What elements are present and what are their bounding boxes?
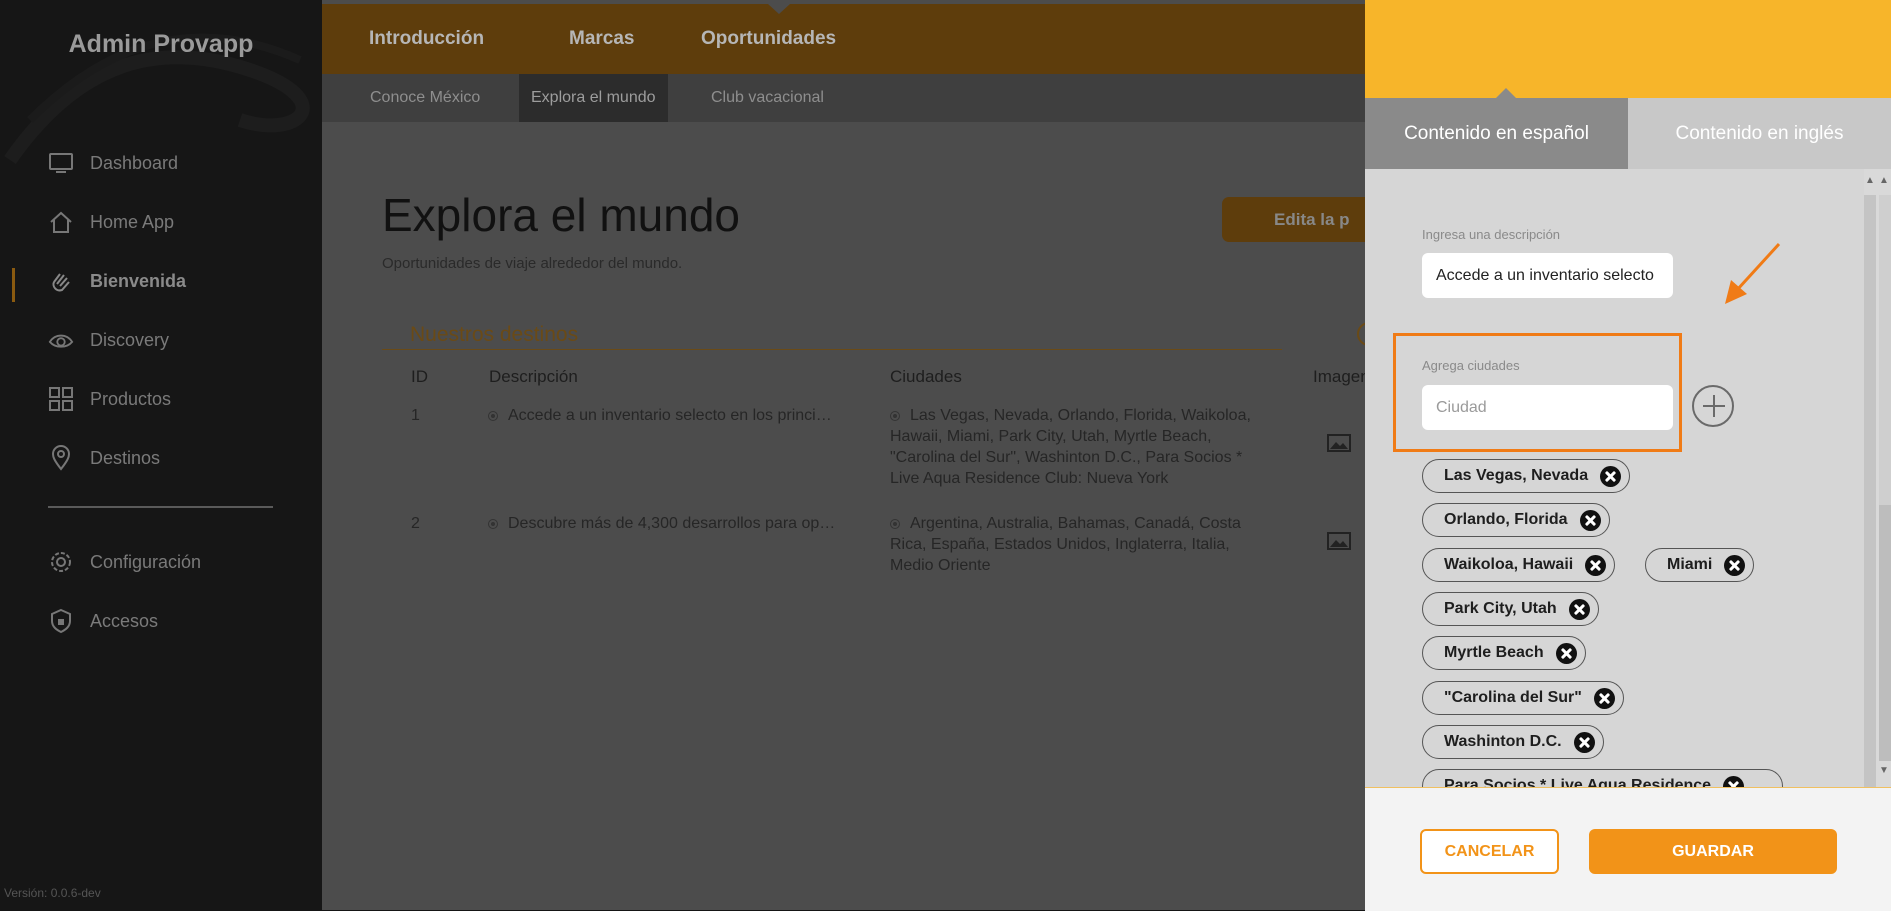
sidebar-divider [48, 506, 273, 508]
remove-chip-icon[interactable] [1723, 775, 1745, 787]
monitor-icon [48, 150, 74, 176]
gear-icon [48, 549, 74, 575]
city-chip: Waikoloa, Hawaii [1422, 548, 1616, 582]
cities-label: Agrega ciudades [1422, 358, 1520, 373]
page-title: Explora el mundo [382, 189, 740, 241]
subtab-explora-el-mundo[interactable]: Explora el mundo [519, 74, 668, 122]
city-chip: Myrtle Beach [1422, 636, 1586, 670]
scroll-up-icon[interactable]: ▲ [1879, 175, 1889, 186]
table-cell-cities: Las Vegas, Nevada, Orlando, Florida, Wai… [890, 407, 1251, 487]
city-chip: Park City, Utah [1422, 592, 1599, 626]
city-chip: Orlando, Florida [1422, 503, 1610, 537]
sidebar-item-configuracion[interactable]: Configuración [48, 545, 201, 579]
remove-chip-icon[interactable] [1555, 642, 1577, 664]
drawer-header [1365, 0, 1891, 98]
sidebar-item-label: Home App [90, 211, 175, 232]
sidebar-item-dashboard[interactable]: Dashboard [48, 146, 178, 180]
eye-icon [48, 327, 74, 353]
drawer-form: Ingresa una descripción Agrega ciudades … [1365, 169, 1891, 787]
remove-chip-icon[interactable] [1593, 687, 1615, 709]
subtab-conoce-mexico[interactable]: Conoce México [370, 74, 480, 122]
sidebar-item-label: Bienvenida [90, 270, 187, 291]
image-icon[interactable] [1327, 434, 1351, 452]
scrollbar-thumb[interactable] [1879, 195, 1891, 505]
section-divider [382, 349, 1282, 350]
sidebar-item-accesos[interactable]: Accesos [48, 604, 158, 638]
tab-contenido-espanol[interactable]: Contenido en español [1365, 98, 1628, 169]
table-cell-description: Descubre más de 4,300 desarrollos para o… [488, 513, 835, 534]
radio-icon [488, 519, 498, 529]
drawer-scrollbar[interactable]: ▲ ▲ ▼ [1864, 169, 1891, 787]
active-tab-pointer [1496, 88, 1516, 98]
section-title: Nuestros destinos [410, 323, 579, 346]
sidebar-item-destinos[interactable]: Destinos [48, 441, 160, 475]
city-chip: Washinton D.C. [1422, 725, 1604, 759]
remove-chip-icon[interactable] [1585, 554, 1607, 576]
remove-chip-icon[interactable] [1724, 554, 1746, 576]
sidebar-item-label: Accesos [90, 610, 159, 631]
save-button[interactable]: GUARDAR [1589, 829, 1837, 874]
tab-oportunidades[interactable]: Oportunidades [701, 28, 836, 50]
version-label: Versión: 0.0.6-dev [4, 886, 101, 900]
remove-chip-icon[interactable] [1573, 731, 1595, 753]
description-label: Ingresa una descripción [1422, 227, 1561, 242]
shield-icon [48, 608, 74, 634]
map-pin-icon [48, 445, 74, 471]
tab-introduccion[interactable]: Introducción [369, 28, 484, 50]
home-icon [48, 209, 74, 235]
sidebar-item-label: Productos [90, 388, 172, 409]
sidebar-item-label: Discovery [90, 329, 170, 350]
drawer-footer: CANCELAR GUARDAR [1365, 787, 1891, 911]
edit-drawer: Contenido en español Contenido en inglés… [1365, 0, 1891, 911]
scroll-down-icon[interactable]: ▼ [1879, 765, 1889, 776]
remove-chip-icon[interactable] [1600, 465, 1622, 487]
cancel-button[interactable]: CANCELAR [1420, 829, 1559, 874]
city-chip: Las Vegas, Nevada [1422, 459, 1631, 493]
sidebar-item-discovery[interactable]: Discovery [48, 323, 169, 357]
active-tab-notch [768, 4, 790, 14]
app-brand: Admin Provapp [68, 30, 254, 58]
tab-marcas[interactable]: Marcas [569, 28, 635, 50]
column-header-descripcion: Descripción [489, 367, 578, 386]
table-cell-id: 2 [411, 515, 420, 532]
annotation-arrow-icon [1725, 242, 1781, 304]
table-cell-description: Accede a un inventario selecto en los pr… [488, 405, 832, 426]
tab-contenido-ingles[interactable]: Contenido en inglés [1628, 98, 1891, 169]
subtab-club-vacacional[interactable]: Club vacacional [711, 74, 824, 122]
scrollbar-track-left [1864, 195, 1876, 787]
sidebar-item-label: Destinos [90, 447, 161, 468]
add-city-button[interactable] [1692, 385, 1734, 427]
remove-chip-icon[interactable] [1568, 598, 1590, 620]
city-input[interactable] [1422, 385, 1673, 430]
sidebar-item-productos[interactable]: Productos [48, 382, 171, 416]
column-header-imagen: Imagen [1313, 367, 1370, 386]
table-cell-cities: Argentina, Australia, Bahamas, Canadá, C… [890, 515, 1241, 574]
wave-hand-icon [48, 268, 74, 294]
city-chip: Para Socios * Live Aqua Residence [1422, 769, 1783, 787]
page-subtitle: Oportunidades de viaje alrededor del mun… [382, 255, 683, 272]
sidebar-item-label: Dashboard [90, 152, 179, 173]
column-header-ciudades: Ciudades [890, 367, 962, 386]
radio-icon [890, 411, 900, 421]
image-icon[interactable] [1327, 532, 1351, 550]
remove-chip-icon[interactable] [1579, 509, 1601, 531]
active-indicator [12, 268, 15, 302]
table-cell-id: 1 [411, 407, 420, 424]
sidebar-item-bienvenida[interactable]: Bienvenida [48, 264, 186, 298]
sidebar: Admin Provapp Dashboard Home App Bienven… [0, 0, 322, 910]
radio-icon [488, 411, 498, 421]
city-chip: Miami [1645, 548, 1755, 582]
sidebar-item-home-app[interactable]: Home App [48, 205, 174, 239]
sidebar-item-label: Configuración [90, 551, 202, 572]
grid-icon [48, 386, 74, 412]
scroll-up-icon[interactable]: ▲ [1865, 175, 1875, 186]
city-chip: "Carolina del Sur" [1422, 681, 1624, 715]
column-header-id: ID [411, 367, 428, 386]
radio-icon [890, 519, 900, 529]
description-input[interactable] [1422, 253, 1673, 298]
